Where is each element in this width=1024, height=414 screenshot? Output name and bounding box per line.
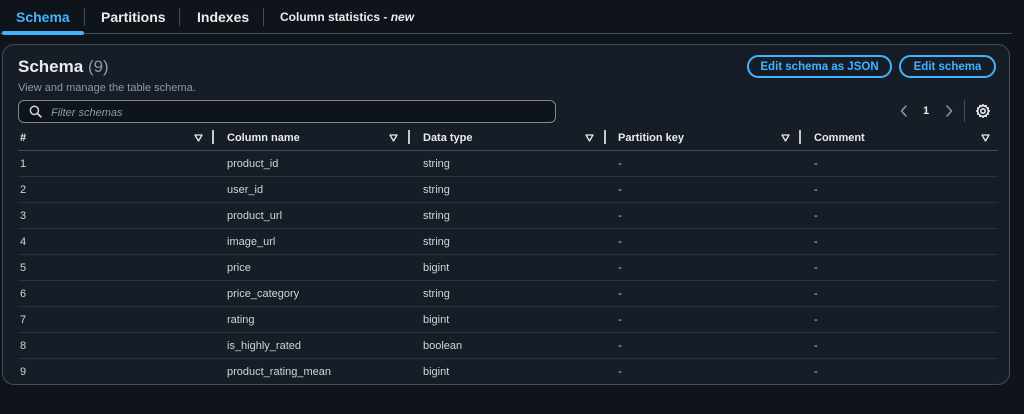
tab-bar: Schema Partitions Indexes Column statist… xyxy=(0,0,1012,35)
new-badge: new xyxy=(390,10,415,24)
column-resizer[interactable] xyxy=(604,130,606,144)
caret-down-icon[interactable] xyxy=(389,134,398,142)
tab-indexes[interactable]: Indexes xyxy=(197,0,249,33)
cell-column-name: product_id xyxy=(227,158,279,170)
column-resizer[interactable] xyxy=(212,130,214,144)
cell-column-name: price_category xyxy=(227,288,300,300)
column-resizer[interactable] xyxy=(799,130,801,144)
cell-data-type: bigint xyxy=(423,366,450,378)
table-row[interactable]: 2 user_id string - - xyxy=(18,177,998,203)
cell-data-type: bigint xyxy=(423,262,450,274)
gear-icon[interactable] xyxy=(975,103,991,119)
table-row[interactable]: 8 is_highly_rated boolean - - xyxy=(18,333,998,359)
cell-comment: - xyxy=(814,158,818,170)
cell-number: 6 xyxy=(20,288,27,300)
cell-comment: - xyxy=(814,366,818,378)
cell-partition-key: - xyxy=(618,262,622,274)
current-page-number[interactable]: 1 xyxy=(923,105,929,117)
caret-down-icon[interactable] xyxy=(781,134,790,142)
cell-partition-key: - xyxy=(618,340,622,352)
cell-data-type: string xyxy=(423,236,450,248)
tab-column-statistics[interactable]: Column statistics - new xyxy=(280,0,414,33)
tab-schema[interactable]: Schema xyxy=(2,0,84,35)
cell-number: 7 xyxy=(20,314,27,326)
cell-partition-key: - xyxy=(618,314,622,326)
cell-column-name: rating xyxy=(227,314,255,326)
cell-data-type: string xyxy=(423,210,450,222)
cell-number: 3 xyxy=(20,210,27,222)
header-partition-key[interactable]: Partition key xyxy=(618,125,684,150)
filter-search-box xyxy=(18,100,556,123)
cell-comment: - xyxy=(814,314,818,326)
cell-partition-key: - xyxy=(618,288,622,300)
cell-number: 4 xyxy=(20,236,27,248)
cell-number: 1 xyxy=(20,158,27,170)
cell-data-type: string xyxy=(423,288,450,300)
schema-container: Schema (9) View and manage the table sch… xyxy=(2,44,1010,385)
schema-description: View and manage the table schema. xyxy=(18,82,196,94)
table-row[interactable]: 6 price_category string - - xyxy=(18,281,998,307)
tab-divider xyxy=(263,8,264,26)
cell-partition-key: - xyxy=(618,236,622,248)
table-row[interactable]: 4 image_url string - - xyxy=(18,229,998,255)
schema-title: Schema xyxy=(18,57,84,76)
tab-divider xyxy=(179,8,180,26)
edit-schema-json-button[interactable]: Edit schema as JSON xyxy=(747,55,892,78)
tab-partitions[interactable]: Partitions xyxy=(101,0,166,33)
table-row[interactable]: 1 product_id string - - xyxy=(18,151,998,177)
search-input[interactable] xyxy=(49,104,543,121)
cell-partition-key: - xyxy=(618,184,622,196)
caret-down-icon[interactable] xyxy=(981,134,990,142)
cell-column-name: image_url xyxy=(227,236,276,248)
table-row[interactable]: 3 product_url string - - xyxy=(18,203,998,229)
header-column-name[interactable]: Column name xyxy=(227,125,300,150)
caret-down-icon[interactable] xyxy=(585,134,594,142)
header-data-type[interactable]: Data type xyxy=(423,125,473,150)
cell-comment: - xyxy=(814,288,818,300)
schema-table: # Column name Data type Partition key Co… xyxy=(18,125,998,384)
cell-comment: - xyxy=(814,184,818,196)
cell-number: 2 xyxy=(20,184,27,196)
cell-data-type: string xyxy=(423,158,450,170)
cell-partition-key: - xyxy=(618,210,622,222)
tab-column-statistics-label: Column statistics - xyxy=(280,10,391,24)
pager-divider xyxy=(964,100,965,122)
header-number[interactable]: # xyxy=(20,125,26,150)
page-title: Schema (9) xyxy=(18,57,109,77)
cell-comment: - xyxy=(814,236,818,248)
schema-count: (9) xyxy=(87,57,109,76)
cell-comment: - xyxy=(814,210,818,222)
cell-number: 9 xyxy=(20,366,27,378)
cell-column-name: product_rating_mean xyxy=(227,366,331,378)
chevron-right-icon[interactable] xyxy=(944,104,954,118)
cell-column-name: user_id xyxy=(227,184,264,196)
header-comment[interactable]: Comment xyxy=(814,125,865,150)
caret-down-icon[interactable] xyxy=(194,134,203,142)
cell-partition-key: - xyxy=(618,158,622,170)
cell-comment: - xyxy=(814,340,818,352)
table-header: # Column name Data type Partition key Co… xyxy=(18,125,998,151)
search-icon xyxy=(29,105,42,118)
column-resizer[interactable] xyxy=(408,130,410,144)
table-row[interactable]: 7 rating bigint - - xyxy=(18,307,998,333)
tab-divider xyxy=(84,8,85,26)
edit-schema-button[interactable]: Edit schema xyxy=(899,55,996,78)
cell-number: 8 xyxy=(20,340,27,352)
cell-column-name: is_highly_rated xyxy=(227,340,301,352)
table-row[interactable]: 5 price bigint - - xyxy=(18,255,998,281)
cell-data-type: bigint xyxy=(423,314,450,326)
cell-data-type: string xyxy=(423,184,450,196)
cell-column-name: price xyxy=(227,262,251,274)
cell-comment: - xyxy=(814,262,818,274)
cell-data-type: boolean xyxy=(423,340,463,352)
chevron-left-icon[interactable] xyxy=(899,104,909,118)
cell-number: 5 xyxy=(20,262,27,274)
cell-column-name: product_url xyxy=(227,210,283,222)
cell-partition-key: - xyxy=(618,366,622,378)
table-row[interactable]: 9 product_rating_mean bigint - - xyxy=(18,359,998,384)
